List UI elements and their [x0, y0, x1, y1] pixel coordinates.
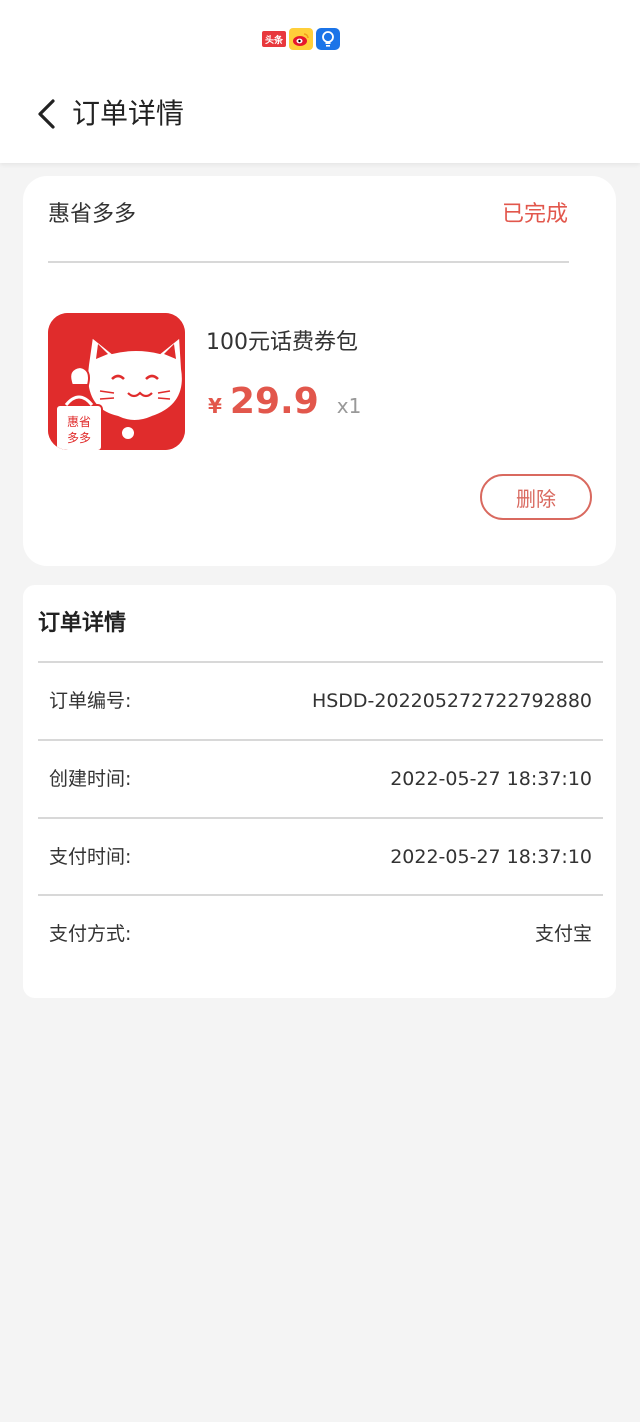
product-name: 100元话费券包: [206, 330, 358, 355]
shop-name: 惠省多多: [48, 202, 137, 227]
detail-label: 创建时间:: [49, 768, 132, 790]
weibo-icon: [289, 28, 313, 50]
order-status-badge: 已完成: [501, 202, 568, 227]
paid-time-value: 2022-05-27 18:37:10: [390, 846, 592, 868]
toutiao-icon-label: 头条: [264, 35, 283, 46]
order-number-value: HSDD-202205272722792880: [311, 690, 592, 712]
lightbulb-icon: [316, 28, 340, 50]
chevron-left-icon: [38, 99, 55, 129]
lucky-cat-logo-icon: 惠省 多多: [48, 313, 185, 450]
order-details-card: 订单详情 订单编号: HSDD-202205272722792880 创建时间:…: [23, 585, 616, 998]
back-button[interactable]: [28, 92, 64, 136]
detail-label: 支付方式:: [49, 923, 132, 945]
detail-row-paid-time: 支付时间: 2022-05-27 18:37:10: [38, 817, 603, 895]
payment-method-value: 支付宝: [534, 923, 592, 945]
detail-row-order-number: 订单编号: HSDD-202205272722792880: [38, 661, 603, 739]
svg-text:多多: 多多: [67, 431, 91, 445]
divider: [48, 261, 569, 263]
created-time-value: 2022-05-27 18:37:10: [390, 768, 592, 790]
status-bar-icons: 头条: [262, 27, 340, 51]
order-card: 惠省多多 已完成 惠省 多多 100元话费券包 ¥ 29.9 x1 删除: [23, 176, 616, 566]
page-title: 订单详情: [72, 97, 185, 130]
detail-label: 订单编号:: [49, 690, 132, 712]
details-heading: 订单详情: [38, 611, 127, 636]
currency-symbol: ¥: [208, 394, 222, 418]
price-value: 29.9: [229, 381, 319, 422]
quantity: x1: [336, 394, 362, 418]
svg-text:惠省: 惠省: [67, 415, 91, 429]
detail-row-created-time: 创建时间: 2022-05-27 18:37:10: [38, 739, 603, 817]
detail-row-payment-method: 支付方式: 支付宝: [38, 894, 603, 972]
price-row: ¥ 29.9 x1: [208, 381, 361, 422]
delete-button[interactable]: 删除: [480, 474, 592, 520]
detail-label: 支付时间:: [49, 846, 132, 868]
product-image[interactable]: 惠省 多多: [48, 313, 185, 450]
toutiao-icon: 头条: [262, 31, 286, 47]
top-bar: 头条 订单详情: [0, 0, 640, 163]
